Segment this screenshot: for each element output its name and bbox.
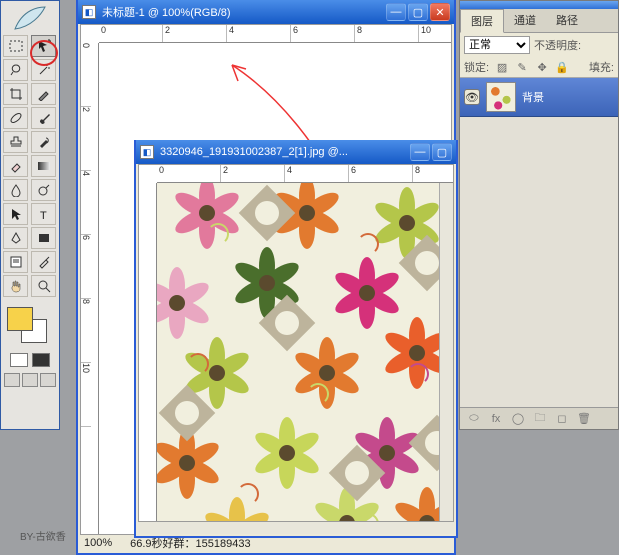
layer-style-icon[interactable]: fx (488, 411, 504, 427)
lock-transparent-icon[interactable]: ▨ (495, 60, 509, 74)
brush-tool[interactable] (31, 107, 56, 129)
eyedropper-tool[interactable] (31, 251, 56, 273)
file-icon: ◧ (140, 145, 154, 159)
zoom-tool[interactable] (31, 275, 56, 297)
type-tool[interactable]: T (31, 203, 56, 225)
marquee-tool[interactable] (3, 35, 28, 57)
delete-layer-icon[interactable]: 🗑 (576, 411, 592, 427)
status-zoom: 100% (84, 537, 112, 549)
ruler-horizontal: 0246810 (99, 25, 451, 43)
lock-move-icon[interactable]: ✥ (535, 60, 549, 74)
magic-wand-tool[interactable] (31, 59, 56, 81)
minimize-button[interactable]: — (386, 3, 406, 21)
watermark-text: BY-古欲香 (20, 528, 66, 543)
hand-tool[interactable] (3, 275, 28, 297)
crop-tool[interactable] (3, 83, 28, 105)
history-brush-tool[interactable] (31, 131, 56, 153)
shape-tool[interactable] (31, 227, 56, 249)
maximize-button[interactable]: ▢ (408, 3, 428, 21)
layers-panel: 图层 通道 路径 正常 不透明度: 锁定: ▨ ✎ ✥ 🔒 填充: 👁 背景 ⬭… (459, 0, 619, 430)
titlebar[interactable]: ◧ 3320946_191931002387_2[1].jpg @... — ▢ (136, 140, 456, 164)
opacity-label: 不透明度: (534, 37, 581, 53)
screen-mode-buttons[interactable] (3, 373, 57, 387)
tab-channels[interactable]: 通道 (504, 9, 546, 32)
lock-paint-icon[interactable]: ✎ (515, 60, 529, 74)
toolbox: T (0, 0, 60, 430)
app-logo-feather (3, 3, 57, 33)
lock-label: 锁定: (464, 59, 489, 75)
window-title: 未标题-1 @ 100%(RGB/8) (102, 4, 380, 20)
maximize-button[interactable]: ▢ (432, 143, 452, 161)
scrollbar-horizontal[interactable] (138, 522, 454, 534)
scrollbar-vertical[interactable] (439, 183, 453, 521)
link-layers-icon[interactable]: ⬭ (466, 411, 482, 427)
healing-brush-tool[interactable] (3, 107, 28, 129)
document-window-image: ◧ 3320946_191931002387_2[1].jpg @... — ▢… (134, 140, 458, 538)
dodge-tool[interactable] (31, 179, 56, 201)
layer-mask-icon[interactable]: ◯ (510, 411, 526, 427)
window-title: 3320946_191931002387_2[1].jpg @... (160, 146, 404, 158)
ruler-horizontal: 0246810 (157, 165, 453, 183)
slice-tool[interactable] (31, 83, 56, 105)
fill-label: 填充: (589, 59, 614, 75)
notes-tool[interactable] (3, 251, 28, 273)
gradient-tool[interactable] (31, 155, 56, 177)
minimize-button[interactable]: — (410, 143, 430, 161)
path-select-tool[interactable] (3, 203, 28, 225)
tab-paths[interactable]: 路径 (546, 9, 588, 32)
panel-tabs: 图层 通道 路径 (460, 9, 618, 33)
move-tool[interactable] (31, 35, 56, 57)
ruler-vertical (139, 183, 157, 521)
lasso-tool[interactable] (3, 59, 28, 81)
titlebar[interactable]: ◧ 未标题-1 @ 100%(RGB/8) — ▢ ✕ (78, 0, 454, 24)
color-swatches[interactable] (3, 305, 57, 345)
clone-stamp-tool[interactable] (3, 131, 28, 153)
blur-tool[interactable] (3, 179, 28, 201)
layer-name[interactable]: 背景 (522, 89, 544, 105)
tab-layers[interactable]: 图层 (460, 9, 504, 33)
quickmask-toggle[interactable] (3, 353, 57, 367)
layer-list: 👁 背景 (460, 77, 618, 407)
svg-text:T: T (40, 210, 47, 221)
visibility-icon[interactable]: 👁 (464, 89, 480, 105)
new-layer-icon[interactable]: ◻ (554, 411, 570, 427)
layer-row[interactable]: 👁 背景 (460, 78, 618, 117)
image-canvas[interactable] (157, 183, 439, 521)
eraser-tool[interactable] (3, 155, 28, 177)
pen-tool[interactable] (3, 227, 28, 249)
layer-thumbnail[interactable] (486, 82, 516, 112)
blend-mode-select[interactable]: 正常 (464, 36, 530, 54)
lock-all-icon[interactable]: 🔒 (555, 60, 569, 74)
new-group-icon[interactable]: 🗀 (532, 411, 548, 427)
file-icon: ◧ (82, 5, 96, 19)
close-button[interactable]: ✕ (430, 3, 450, 21)
foreground-color-swatch[interactable] (7, 307, 33, 331)
ruler-vertical: 0246810 (81, 43, 99, 534)
panel-footer: ⬭ fx ◯ 🗀 ◻ 🗑 (460, 407, 618, 429)
